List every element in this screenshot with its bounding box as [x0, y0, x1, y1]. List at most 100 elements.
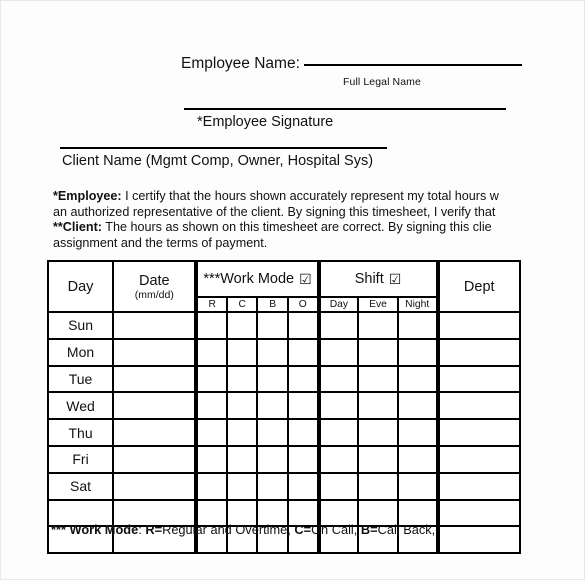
cell-day: Fri: [46, 444, 115, 474]
cell-work-mode-o[interactable]: [286, 337, 320, 367]
cell-work-mode-r[interactable]: [194, 471, 228, 501]
legend-key-c: C=: [294, 522, 312, 537]
cell-shift-eve[interactable]: [357, 418, 399, 447]
cell-shift-night[interactable]: [396, 391, 440, 421]
legend-key-b: B=: [360, 522, 378, 537]
cell-date[interactable]: [112, 418, 198, 447]
cell-dept[interactable]: [436, 498, 521, 528]
cell-shift-night[interactable]: [396, 471, 440, 501]
cell-work-mode-c[interactable]: [226, 364, 259, 394]
cell-shift-eve[interactable]: [357, 391, 399, 421]
cell-shift-eve[interactable]: [357, 337, 399, 367]
cell-work-mode-b[interactable]: [256, 364, 289, 394]
cell-dept[interactable]: [436, 337, 521, 367]
cell-work-mode-b[interactable]: [256, 444, 289, 474]
cell-shift-day[interactable]: [316, 418, 360, 447]
cell-work-mode-b[interactable]: [256, 391, 289, 421]
cell-work-mode-o[interactable]: [286, 444, 320, 474]
cell-work-mode-o[interactable]: [286, 418, 320, 447]
legend-key-r: R=: [145, 522, 163, 537]
cell-date[interactable]: [112, 471, 198, 501]
col-group-shift: Shift ☑: [316, 260, 440, 298]
cell-work-mode-r[interactable]: [194, 337, 228, 367]
work-mode-group-title-wrap: ***Work Mode ☑: [198, 271, 316, 288]
cell-work-mode-r[interactable]: [194, 364, 228, 394]
cell-shift-eve[interactable]: [357, 444, 399, 474]
cell-work-mode-b[interactable]: [256, 311, 289, 340]
cell-work-mode-c[interactable]: [226, 471, 259, 501]
cell-date[interactable]: [112, 391, 198, 421]
employee-name-rule[interactable]: [303, 64, 522, 66]
cell-work-mode-c[interactable]: [226, 444, 259, 474]
full-legal-name-caption: Full Legal Name: [343, 76, 421, 88]
cell-work-mode-r[interactable]: [194, 444, 228, 474]
checkbox-checked-icon-shift[interactable]: ☑: [389, 271, 402, 287]
cell-dept[interactable]: [436, 471, 521, 501]
cell-shift-day[interactable]: [316, 337, 360, 367]
cell-work-mode-c[interactable]: [226, 311, 259, 340]
cell-work-mode-r[interactable]: [194, 418, 228, 447]
table-row: Tue: [46, 364, 521, 394]
cell-day: Mon: [46, 337, 115, 367]
cell-shift-eve[interactable]: [357, 364, 399, 394]
legend-text-b: Call Back,: [377, 522, 436, 537]
employee-text-1: I certify that the hours shown accuratel…: [121, 189, 499, 203]
cell-dept[interactable]: [436, 311, 521, 340]
cell-work-mode-r[interactable]: [194, 391, 228, 421]
timesheet-table-wrap: Day Date (mm/dd) ***Work Mode ☑ Shift ☑ De…: [46, 260, 521, 555]
shift-group-label: Shift: [354, 270, 384, 287]
cell-work-mode-r[interactable]: [194, 311, 228, 340]
cell-date[interactable]: [112, 444, 198, 474]
table-body: Sun Mon Tue Wed Thu Fri Sat: [46, 311, 521, 555]
cell-shift-eve[interactable]: [357, 311, 399, 340]
cell-work-mode-o[interactable]: [286, 364, 320, 394]
employee-signature-label: *Employee Signature: [197, 114, 334, 130]
client-name-rule[interactable]: [60, 147, 387, 149]
cell-work-mode-b[interactable]: [256, 418, 289, 447]
cell-work-mode-b[interactable]: [256, 337, 289, 367]
subcol-header-work-mode-c: C: [226, 296, 259, 313]
cell-work-mode-c[interactable]: [226, 391, 259, 421]
checkbox-checked-icon-work-mode[interactable]: ☑: [299, 271, 312, 287]
subcol-header-work-mode-o: O: [286, 296, 320, 313]
cell-dept[interactable]: [436, 418, 521, 447]
cell-shift-day[interactable]: [316, 391, 360, 421]
col-header-date-sub: (mm/dd): [134, 288, 174, 301]
cell-shift-day[interactable]: [316, 364, 360, 394]
cell-shift-eve[interactable]: [357, 471, 399, 501]
certification-client-line-2: assignment and the terms of payment.: [53, 235, 268, 250]
legend-text-c: On Call,: [311, 522, 361, 537]
cell-shift-night[interactable]: [396, 418, 440, 447]
col-group-work-mode: ***Work Mode ☑: [194, 260, 320, 298]
cell-dept[interactable]: [436, 364, 521, 394]
cell-shift-night[interactable]: [396, 444, 440, 474]
cell-work-mode-o[interactable]: [286, 311, 320, 340]
cell-shift-night[interactable]: [396, 311, 440, 340]
cell-work-mode-o[interactable]: [286, 471, 320, 501]
cell-work-mode-c[interactable]: [226, 337, 259, 367]
cell-dept[interactable]: [436, 444, 521, 474]
cell-date[interactable]: [112, 311, 198, 340]
subcol-header-shift-day: Day: [316, 296, 360, 313]
work-mode-legend-marker: *** Work Mode: [51, 522, 139, 537]
cell-shift-day[interactable]: [316, 471, 360, 501]
cell-day: Thu: [46, 418, 115, 447]
employee-signature-rule[interactable]: [184, 108, 506, 110]
cell-shift-night[interactable]: [396, 337, 440, 367]
cell-work-mode-o[interactable]: [286, 391, 320, 421]
work-mode-group-label: ***Work Mode: [203, 270, 295, 287]
cell-shift-day[interactable]: [316, 444, 360, 474]
certification-paragraph: *Employee: I certify that the hours show…: [53, 189, 584, 251]
cell-dept[interactable]: [436, 391, 521, 421]
col-header-date: Date (mm/dd): [112, 260, 198, 313]
cell-shift-night[interactable]: [396, 364, 440, 394]
cell-dept[interactable]: [436, 525, 521, 555]
cell-shift-day[interactable]: [316, 311, 360, 340]
certification-employee-line-2: an authorized representative of the clie…: [53, 204, 496, 219]
cell-date[interactable]: [112, 364, 198, 394]
col-header-dept: Dept: [436, 260, 521, 313]
cell-work-mode-c[interactable]: [226, 418, 259, 447]
subcol-header-work-mode-b: B: [256, 296, 289, 313]
cell-work-mode-b[interactable]: [256, 471, 289, 501]
cell-date[interactable]: [112, 337, 198, 367]
